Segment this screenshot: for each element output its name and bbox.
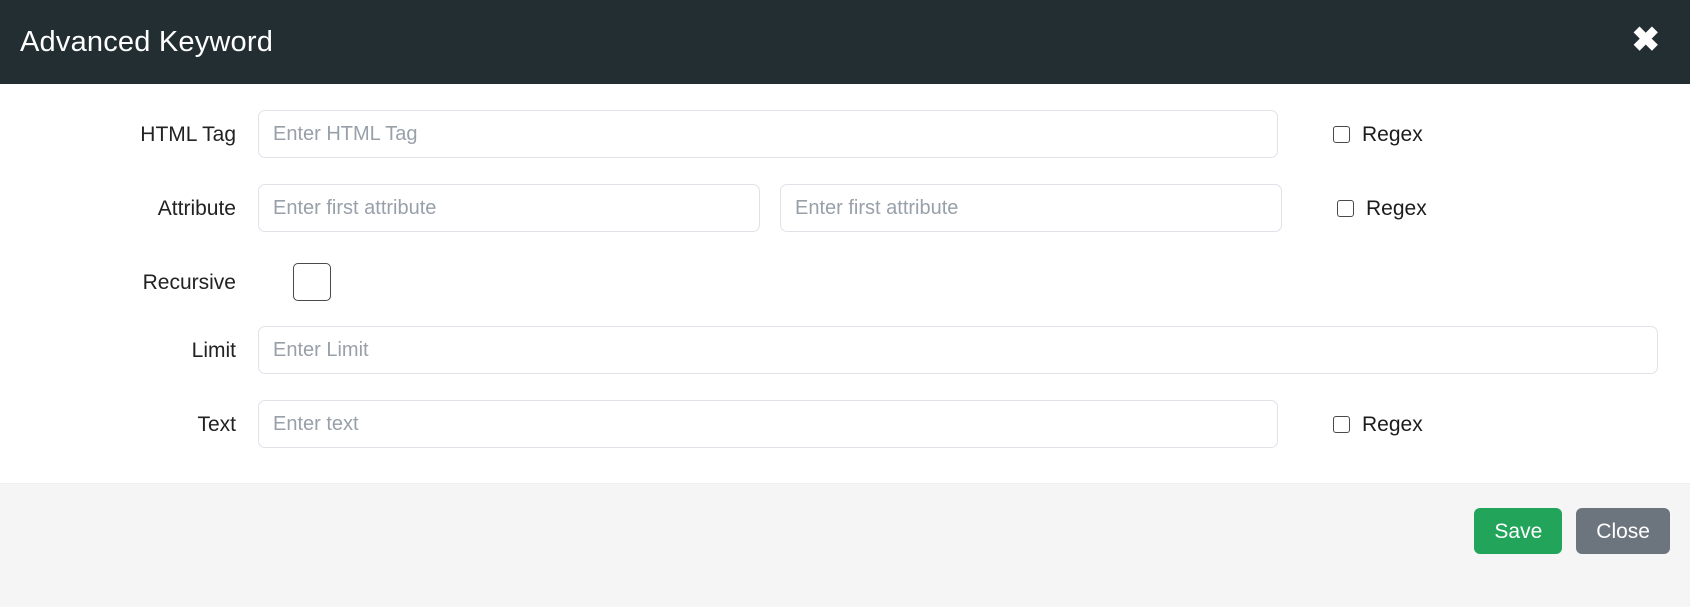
label-text: Text [197,412,236,436]
label-limit: Limit [191,338,236,362]
regex-label-attribute: Regex [1366,196,1427,220]
regex-checkbox-text[interactable]: Regex [1333,414,1423,435]
modal-body: HTML Tag Enter HTML Tag Regex Attribute … [0,84,1690,483]
limit-input[interactable]: Enter Limit [258,326,1658,374]
html-tag-input[interactable]: Enter HTML Tag [258,110,1278,158]
close-icon[interactable]: ✖ [1628,23,1665,57]
regex-checkbox-html-tag[interactable]: Regex [1333,124,1423,145]
form-row-limit: Limit Enter Limit [0,326,1690,374]
modal-header: Advanced Keyword ✖ [0,0,1690,84]
regex-checkbox-attribute[interactable]: Regex [1337,198,1427,219]
checkbox-regex-html-tag[interactable] [1333,125,1350,143]
save-button[interactable]: Save [1474,508,1563,554]
advanced-keyword-modal: Advanced Keyword ✖ HTML Tag Enter HTML T… [0,0,1690,607]
attribute-value-input[interactable]: Enter first attribute [780,184,1282,232]
regex-label-html-tag: Regex [1362,122,1423,146]
form-row-text: Text Enter text Regex [0,400,1690,448]
regex-label-text: Regex [1362,412,1423,436]
form-row-html-tag: HTML Tag Enter HTML Tag Regex [0,110,1690,158]
form-row-attribute: Attribute Enter first attribute Enter fi… [0,184,1690,232]
label-html-tag: HTML Tag [140,122,236,146]
modal-footer: Save Close [0,483,1690,607]
checkbox-recursive[interactable] [293,263,331,301]
label-attribute: Attribute [157,196,236,220]
close-button[interactable]: Close [1576,508,1670,554]
attribute-name-input[interactable]: Enter first attribute [258,184,760,232]
checkbox-regex-text[interactable] [1333,415,1350,433]
text-input[interactable]: Enter text [258,400,1278,448]
label-recursive: Recursive [142,270,236,294]
page-title: Advanced Keyword [20,25,274,58]
checkbox-regex-attribute[interactable] [1337,199,1354,217]
form-row-recursive: Recursive [0,258,1690,306]
